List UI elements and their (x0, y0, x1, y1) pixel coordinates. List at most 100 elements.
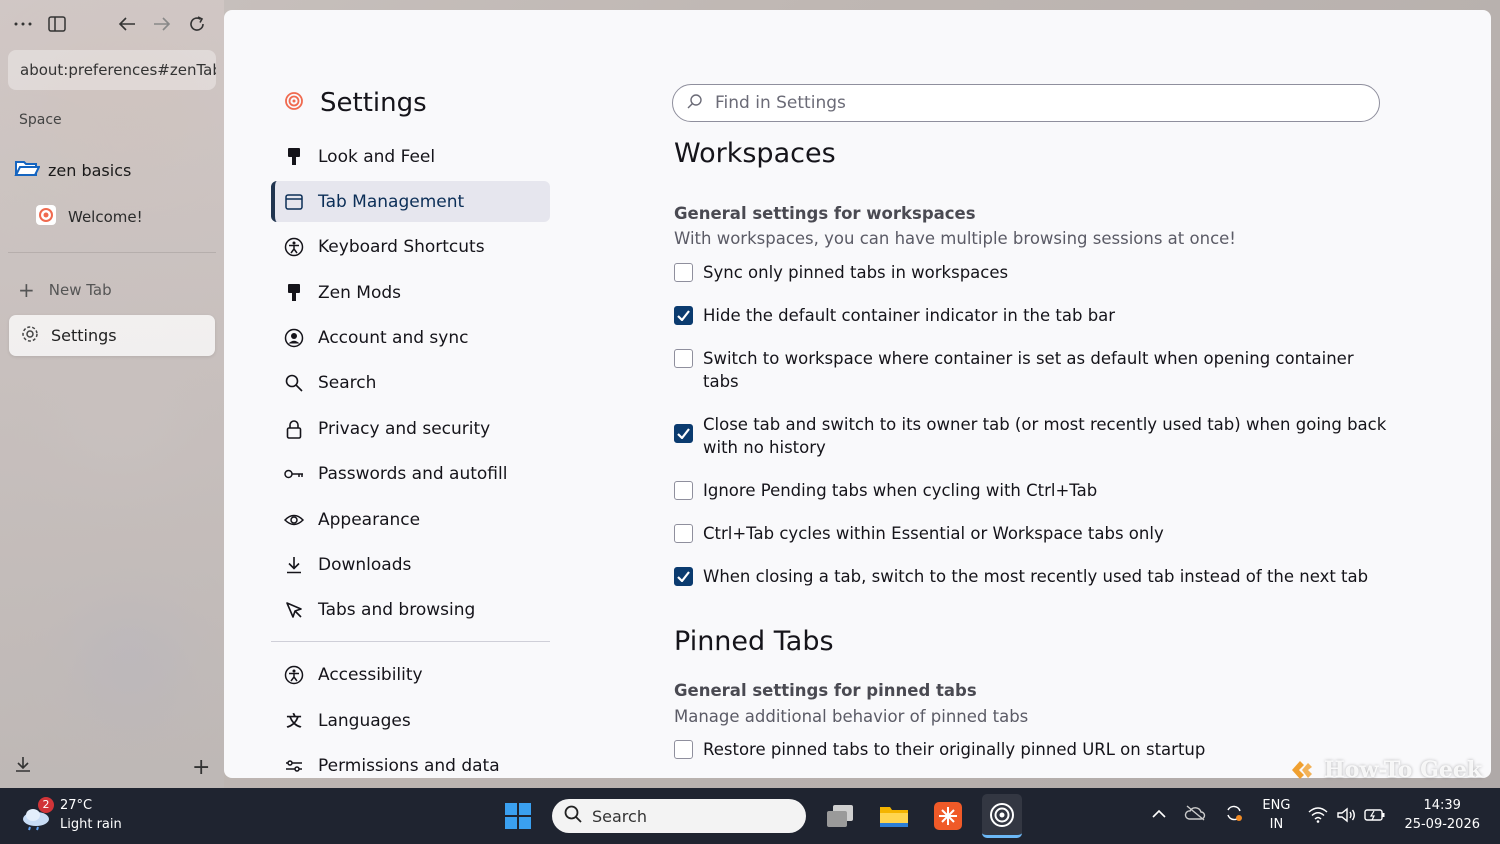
nav-tabs-and-browsing[interactable]: Tabs and browsing (271, 590, 550, 631)
taskbar-search-label: Search (592, 806, 647, 826)
checkbox[interactable] (674, 349, 693, 368)
reload-icon[interactable] (182, 9, 212, 39)
file-explorer-icon[interactable] (874, 794, 914, 838)
option-row[interactable]: Restore pinned tabs to their originally … (674, 738, 1394, 761)
system-tray: ENG IN 14:39 25-09-2026 (1152, 796, 1480, 834)
nav-account-and-sync[interactable]: Account and sync (271, 318, 550, 359)
start-button[interactable] (498, 794, 538, 838)
pinned-tab-label: Welcome! (68, 208, 143, 226)
key-icon (284, 464, 304, 484)
pinned-subtitle: General settings for pinned tabs (674, 681, 977, 700)
page-title: Settings (320, 88, 427, 118)
nav-label: Passwords and autofill (318, 464, 508, 485)
nav-passwords-and-autofill[interactable]: Passwords and autofill (271, 454, 550, 495)
sliders-icon (284, 756, 304, 776)
volume-icon[interactable] (1336, 807, 1356, 823)
option-row[interactable]: Ctrl+Tab cycles within Essential or Work… (674, 522, 1394, 545)
downloads-icon[interactable] (14, 755, 32, 777)
space-label: Space (19, 112, 62, 128)
task-view-icon[interactable] (820, 794, 860, 838)
nav-search[interactable]: Search (271, 363, 550, 404)
checkbox[interactable] (674, 567, 693, 586)
tab-settings[interactable]: Settings (9, 315, 215, 356)
language-code: ENG (1262, 798, 1291, 813)
option-row[interactable]: Close tab and switch to its owner tab (o… (674, 413, 1394, 459)
settings-tab-label: Settings (51, 326, 117, 345)
option-label: Restore pinned tabs to their originally … (703, 740, 1206, 759)
more-menu-icon[interactable] (8, 9, 38, 39)
wifi-icon[interactable] (1308, 807, 1386, 823)
checkbox[interactable] (674, 481, 693, 500)
checkbox[interactable] (674, 306, 693, 325)
sidebar-toolbar (8, 8, 216, 40)
checkbox[interactable] (674, 524, 693, 543)
weather-widget[interactable]: 2 27°C Light rain (20, 796, 122, 834)
app-icon-orange[interactable] (928, 794, 968, 838)
taskbar: 2 27°C Light rain Search ENG IN 14:39 25… (0, 788, 1500, 844)
checkbox[interactable] (674, 263, 693, 282)
checkbox[interactable] (674, 740, 693, 759)
nav-appearance[interactable]: Appearance (271, 499, 550, 540)
plus-icon: + (18, 278, 35, 302)
nav-label: Account and sync (318, 328, 469, 349)
checkbox[interactable] (674, 424, 693, 443)
new-tab-label: New Tab (48, 281, 112, 299)
clock-time: 14:39 (1423, 798, 1461, 813)
language-indicator[interactable]: ENG IN (1262, 796, 1290, 834)
settings-nav: Look and Feel Tab Management Keyboard Sh… (271, 136, 550, 778)
search-placeholder: Find in Settings (715, 93, 846, 113)
nav-languages[interactable]: 文 Languages (271, 700, 550, 741)
pinned-description: Manage additional behavior of pinned tab… (674, 707, 1029, 726)
cloud-offline-icon[interactable] (1184, 805, 1206, 825)
folder-icon (14, 158, 41, 182)
htg-logo-icon (1292, 761, 1312, 779)
nav-keyboard-shortcuts[interactable]: Keyboard Shortcuts (271, 227, 550, 268)
new-tab-button[interactable]: + New Tab (18, 278, 112, 302)
sync-icon[interactable] (1224, 803, 1244, 827)
translate-icon: 文 (286, 712, 302, 731)
workspaces-description: With workspaces, you can have multiple b… (674, 229, 1236, 248)
sidebar-divider (8, 252, 216, 253)
zen-logo-icon (36, 205, 56, 229)
nav-look-and-feel[interactable]: Look and Feel (271, 136, 550, 177)
battery-icon[interactable] (1364, 808, 1386, 822)
accessibility-icon (284, 665, 304, 685)
nav-accessibility[interactable]: Accessibility (271, 655, 550, 696)
gear-icon (21, 325, 39, 347)
option-row[interactable]: When closing a tab, switch to the most r… (674, 565, 1394, 588)
folder-item[interactable]: zen basics (14, 158, 131, 182)
taskbar-search[interactable]: Search (552, 799, 806, 833)
watermark-text: How-To Geek (1324, 757, 1483, 783)
option-label: Sync only pinned tabs in workspaces (703, 263, 1009, 282)
search-icon (564, 805, 582, 827)
nav-tab-management[interactable]: Tab Management (271, 181, 550, 223)
clock-date: 25-09-2026 (1404, 817, 1480, 832)
forward-icon[interactable] (147, 9, 177, 39)
nav-downloads[interactable]: Downloads (271, 545, 550, 586)
option-row[interactable]: Sync only pinned tabs in workspaces (674, 261, 1394, 284)
settings-header: Settings (284, 88, 427, 118)
window-icon (284, 192, 304, 212)
settings-search-input[interactable]: Find in Settings (672, 84, 1380, 122)
watermark-logo: How-To Geek (1290, 757, 1482, 783)
nav-permissions-and-data[interactable]: Permissions and data (271, 746, 550, 778)
nav-zen-mods[interactable]: Zen Mods (271, 272, 550, 313)
chevron-up-icon[interactable] (1152, 808, 1166, 823)
option-row[interactable]: Switch to workspace where container is s… (674, 347, 1394, 393)
language-region: IN (1269, 817, 1284, 832)
clock[interactable]: 14:39 25-09-2026 (1404, 796, 1480, 834)
section-heading-pinned-tabs: Pinned Tabs (674, 626, 834, 657)
pinned-tab-welcome[interactable]: Welcome! (36, 205, 143, 229)
option-row[interactable]: Hide the default container indicator in … (674, 304, 1394, 327)
option-row[interactable]: Ignore Pending tabs when cycling with Ct… (674, 479, 1394, 502)
search-icon (687, 93, 703, 114)
sidebar-toggle-icon[interactable] (42, 9, 72, 39)
option-label: Ignore Pending tabs when cycling with Ct… (703, 481, 1098, 500)
url-bar[interactable]: about:preferences#zenTabManagement (8, 50, 216, 90)
back-icon[interactable] (112, 9, 142, 39)
nav-label: Search (318, 373, 377, 394)
zen-browser-taskbar-icon[interactable] (982, 794, 1022, 838)
add-icon[interactable]: + (192, 755, 210, 780)
nav-label: Languages (318, 710, 411, 731)
nav-privacy-and-security[interactable]: Privacy and security (271, 408, 550, 449)
